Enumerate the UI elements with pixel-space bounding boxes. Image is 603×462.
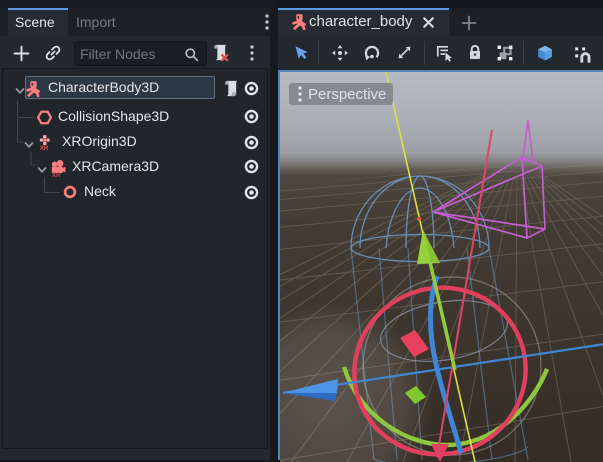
svg-text:XR: XR	[40, 145, 49, 150]
svg-text:XR: XR	[52, 172, 61, 177]
